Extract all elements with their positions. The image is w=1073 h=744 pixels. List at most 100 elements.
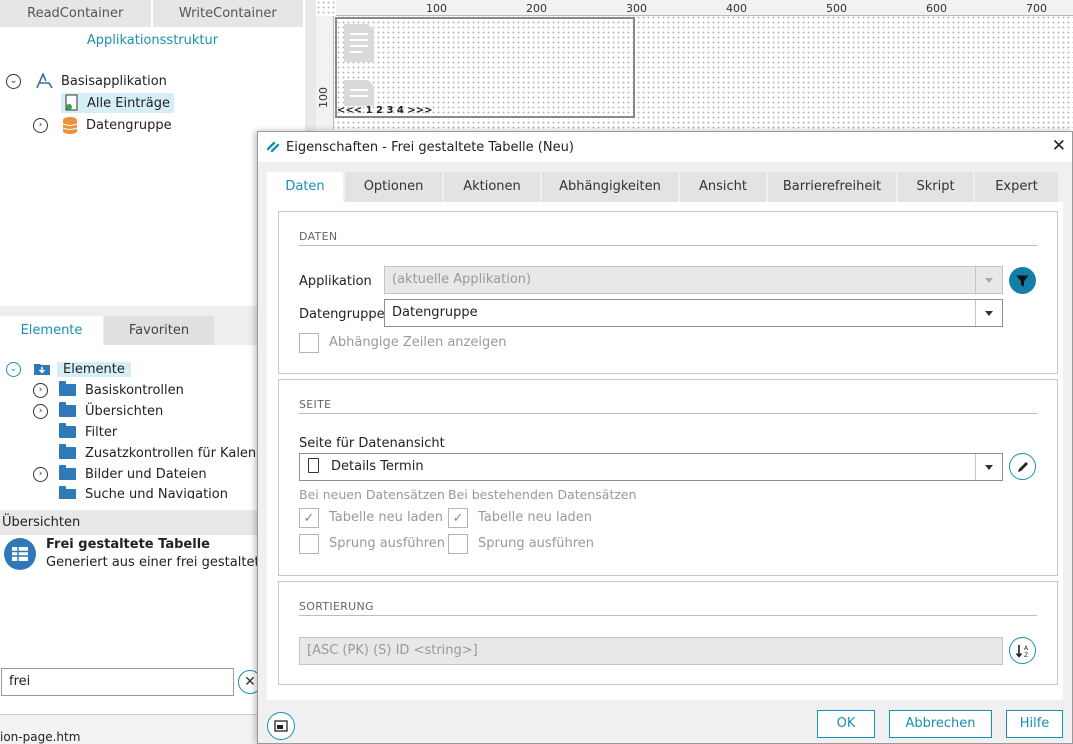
splitter[interactable] [305, 0, 316, 131]
seite-label: Seite für Datenansicht [299, 436, 445, 451]
ruler-tick: 100 [426, 2, 447, 15]
group-heading: SORTIERUNG [299, 600, 374, 613]
document-icon [342, 78, 376, 106]
dialog-tabs: Daten Optionen Aktionen Abhängigkeiten A… [267, 172, 1060, 202]
chevron-down-icon[interactable] [975, 300, 1002, 326]
tab-expert[interactable]: Expert [975, 172, 1060, 202]
new-reload-checkbox[interactable]: ✓ [299, 508, 319, 528]
palette-item-bilder-dateien[interactable]: › Bilder und Dateien [33, 464, 207, 484]
new-reload-label: Tabelle neu laden [329, 510, 444, 525]
properties-dialog: Eigenschaften - Frei gestaltete Tabelle … [257, 131, 1073, 744]
tab-aktionen[interactable]: Aktionen [444, 172, 542, 202]
seite-select[interactable]: Details Termin [299, 453, 1003, 481]
tab-barrierefreiheit[interactable]: Barrierefreiheit [768, 172, 898, 202]
filter-icon[interactable] [1009, 267, 1036, 294]
tab-read-container[interactable]: ReadContainer [0, 0, 153, 27]
ruler-vertical: 100 [316, 16, 334, 130]
abhaengige-zeilen-checkbox[interactable] [299, 333, 319, 353]
folder-icon [59, 486, 76, 499]
group-heading: DATEN [299, 230, 338, 243]
page-icon [308, 458, 319, 473]
tree-label: Basiskontrollen [85, 382, 184, 398]
palette-item-suche-navigation[interactable]: Suche und Navigation [59, 485, 228, 499]
seite-value: Details Termin [331, 459, 424, 474]
tree-item-alle-eintraege[interactable]: Alle Einträge [61, 93, 174, 113]
applikation-label: Applikation [299, 274, 372, 289]
help-button[interactable]: Hilfe [1006, 710, 1063, 738]
chevron-down-icon [975, 267, 1002, 293]
datengruppe-value: Datengruppe [392, 305, 478, 320]
new-records-header: Bei neuen Datensätzen [299, 487, 445, 502]
existing-records-header: Bei bestehenden Datensätzen [448, 487, 637, 502]
applikation-select: (aktuelle Applikation) [384, 266, 1003, 294]
palette-item-zusatzkontrollen[interactable]: Zusatzkontrollen für Kalende [59, 443, 272, 463]
palette-item-filter[interactable]: Filter [59, 422, 117, 442]
tab-panel-daten: DATEN Applikation (aktuelle Applikation)… [267, 202, 1063, 700]
ruler-tick: 500 [826, 2, 847, 15]
ok-button[interactable]: OK [817, 710, 875, 738]
new-jump-checkbox[interactable] [299, 534, 319, 554]
tree-label: Übersichten [85, 403, 164, 419]
overview-item-title[interactable]: Frei gestaltete Tabelle [46, 537, 210, 552]
tree-item-basisapplikation[interactable]: ⌄ Basisapplikation [6, 71, 167, 91]
tab-optionen[interactable]: Optionen [345, 172, 444, 202]
sortierung-field: [ASC (PK) (S) ID <string>] [299, 637, 1003, 665]
tab-abhaengigkeiten[interactable]: Abhängigkeiten [542, 172, 680, 202]
datengruppe-select[interactable]: Datengruppe [384, 299, 1003, 327]
edit-page-icon[interactable] [1009, 453, 1036, 480]
ruler-horizontal: 100 200 300 400 500 600 700 [336, 0, 1073, 16]
window-layout-icon[interactable] [267, 712, 295, 740]
group-daten: DATEN Applikation (aktuelle Applikation)… [278, 211, 1058, 374]
tree-label: Filter [85, 424, 118, 440]
dialog-titlebar: Eigenschaften - Frei gestaltete Tabelle … [258, 132, 1072, 162]
tab-skript[interactable]: Skript [898, 172, 975, 202]
tree-item-datengruppe[interactable]: › Datengruppe [33, 115, 172, 135]
tab-write-container[interactable]: WriteContainer [153, 0, 305, 27]
chevron-down-icon[interactable] [975, 454, 1002, 480]
close-icon[interactable]: ✕ [1052, 138, 1066, 155]
ruler-tick: 200 [526, 2, 547, 15]
chevron-right-icon[interactable]: › [33, 117, 48, 133]
palette-item-basiskontrollen[interactable]: › Basiskontrollen [33, 380, 184, 400]
sort-az-icon[interactable]: AZ [1009, 637, 1036, 664]
folder-icon [59, 444, 76, 459]
group-seite: SEITE Seite für Datenansicht Details Ter… [278, 379, 1058, 576]
document-icon [342, 22, 376, 64]
table-control-frame[interactable] [335, 17, 635, 118]
chevron-right-icon[interactable]: › [33, 382, 48, 398]
tab-ansicht[interactable]: Ansicht [680, 172, 768, 202]
group-sortierung: SORTIERUNG [ASC (PK) (S) ID <string>] AZ [278, 581, 1058, 685]
tree-item-elemente-root[interactable]: ⌄ Elemente [6, 359, 131, 379]
abhaengige-zeilen-label: Abhängige Zeilen anzeigen [329, 335, 507, 350]
existing-jump-checkbox[interactable] [448, 534, 468, 554]
ruler-tick: 700 [1026, 2, 1047, 15]
container-tabs: ReadContainer WriteContainer [0, 0, 305, 27]
chevron-right-icon[interactable]: › [33, 403, 48, 419]
chevron-down-icon[interactable]: ⌄ [6, 361, 21, 377]
ruler-tick: 300 [626, 2, 647, 15]
chevron-right-icon[interactable]: › [33, 466, 48, 482]
tab-daten[interactable]: Daten [267, 172, 345, 202]
tree-label: Basisapplikation [61, 73, 167, 89]
app-icon [35, 73, 53, 89]
divider [299, 413, 1037, 414]
cancel-button[interactable]: Abbrechen [889, 710, 992, 738]
search-input[interactable]: frei [1, 668, 234, 696]
existing-reload-checkbox[interactable]: ✓ [448, 508, 468, 528]
datengruppe-label: Datengruppe [299, 307, 385, 322]
group-heading: SEITE [299, 398, 332, 411]
tree-label: Zusatzkontrollen für Kalende [85, 445, 273, 461]
new-jump-label: Sprung ausführen [329, 536, 446, 551]
palette-item-uebersichten[interactable]: › Übersichten [33, 401, 163, 421]
tab-favoriten[interactable]: Favoriten [104, 316, 214, 345]
folder-icon [59, 465, 76, 480]
folder-icon [59, 402, 76, 417]
applikation-value: (aktuelle Applikation) [392, 272, 532, 287]
database-icon [62, 116, 78, 134]
tab-elemente[interactable]: Elemente [0, 316, 103, 345]
tree-label: Alle Einträge [87, 95, 170, 111]
chevron-down-icon[interactable]: ⌄ [6, 73, 21, 89]
existing-reload-label: Tabelle neu laden [478, 510, 593, 525]
divider [299, 615, 1037, 616]
pager[interactable]: <<< 1 2 3 4 >>> [337, 105, 433, 116]
